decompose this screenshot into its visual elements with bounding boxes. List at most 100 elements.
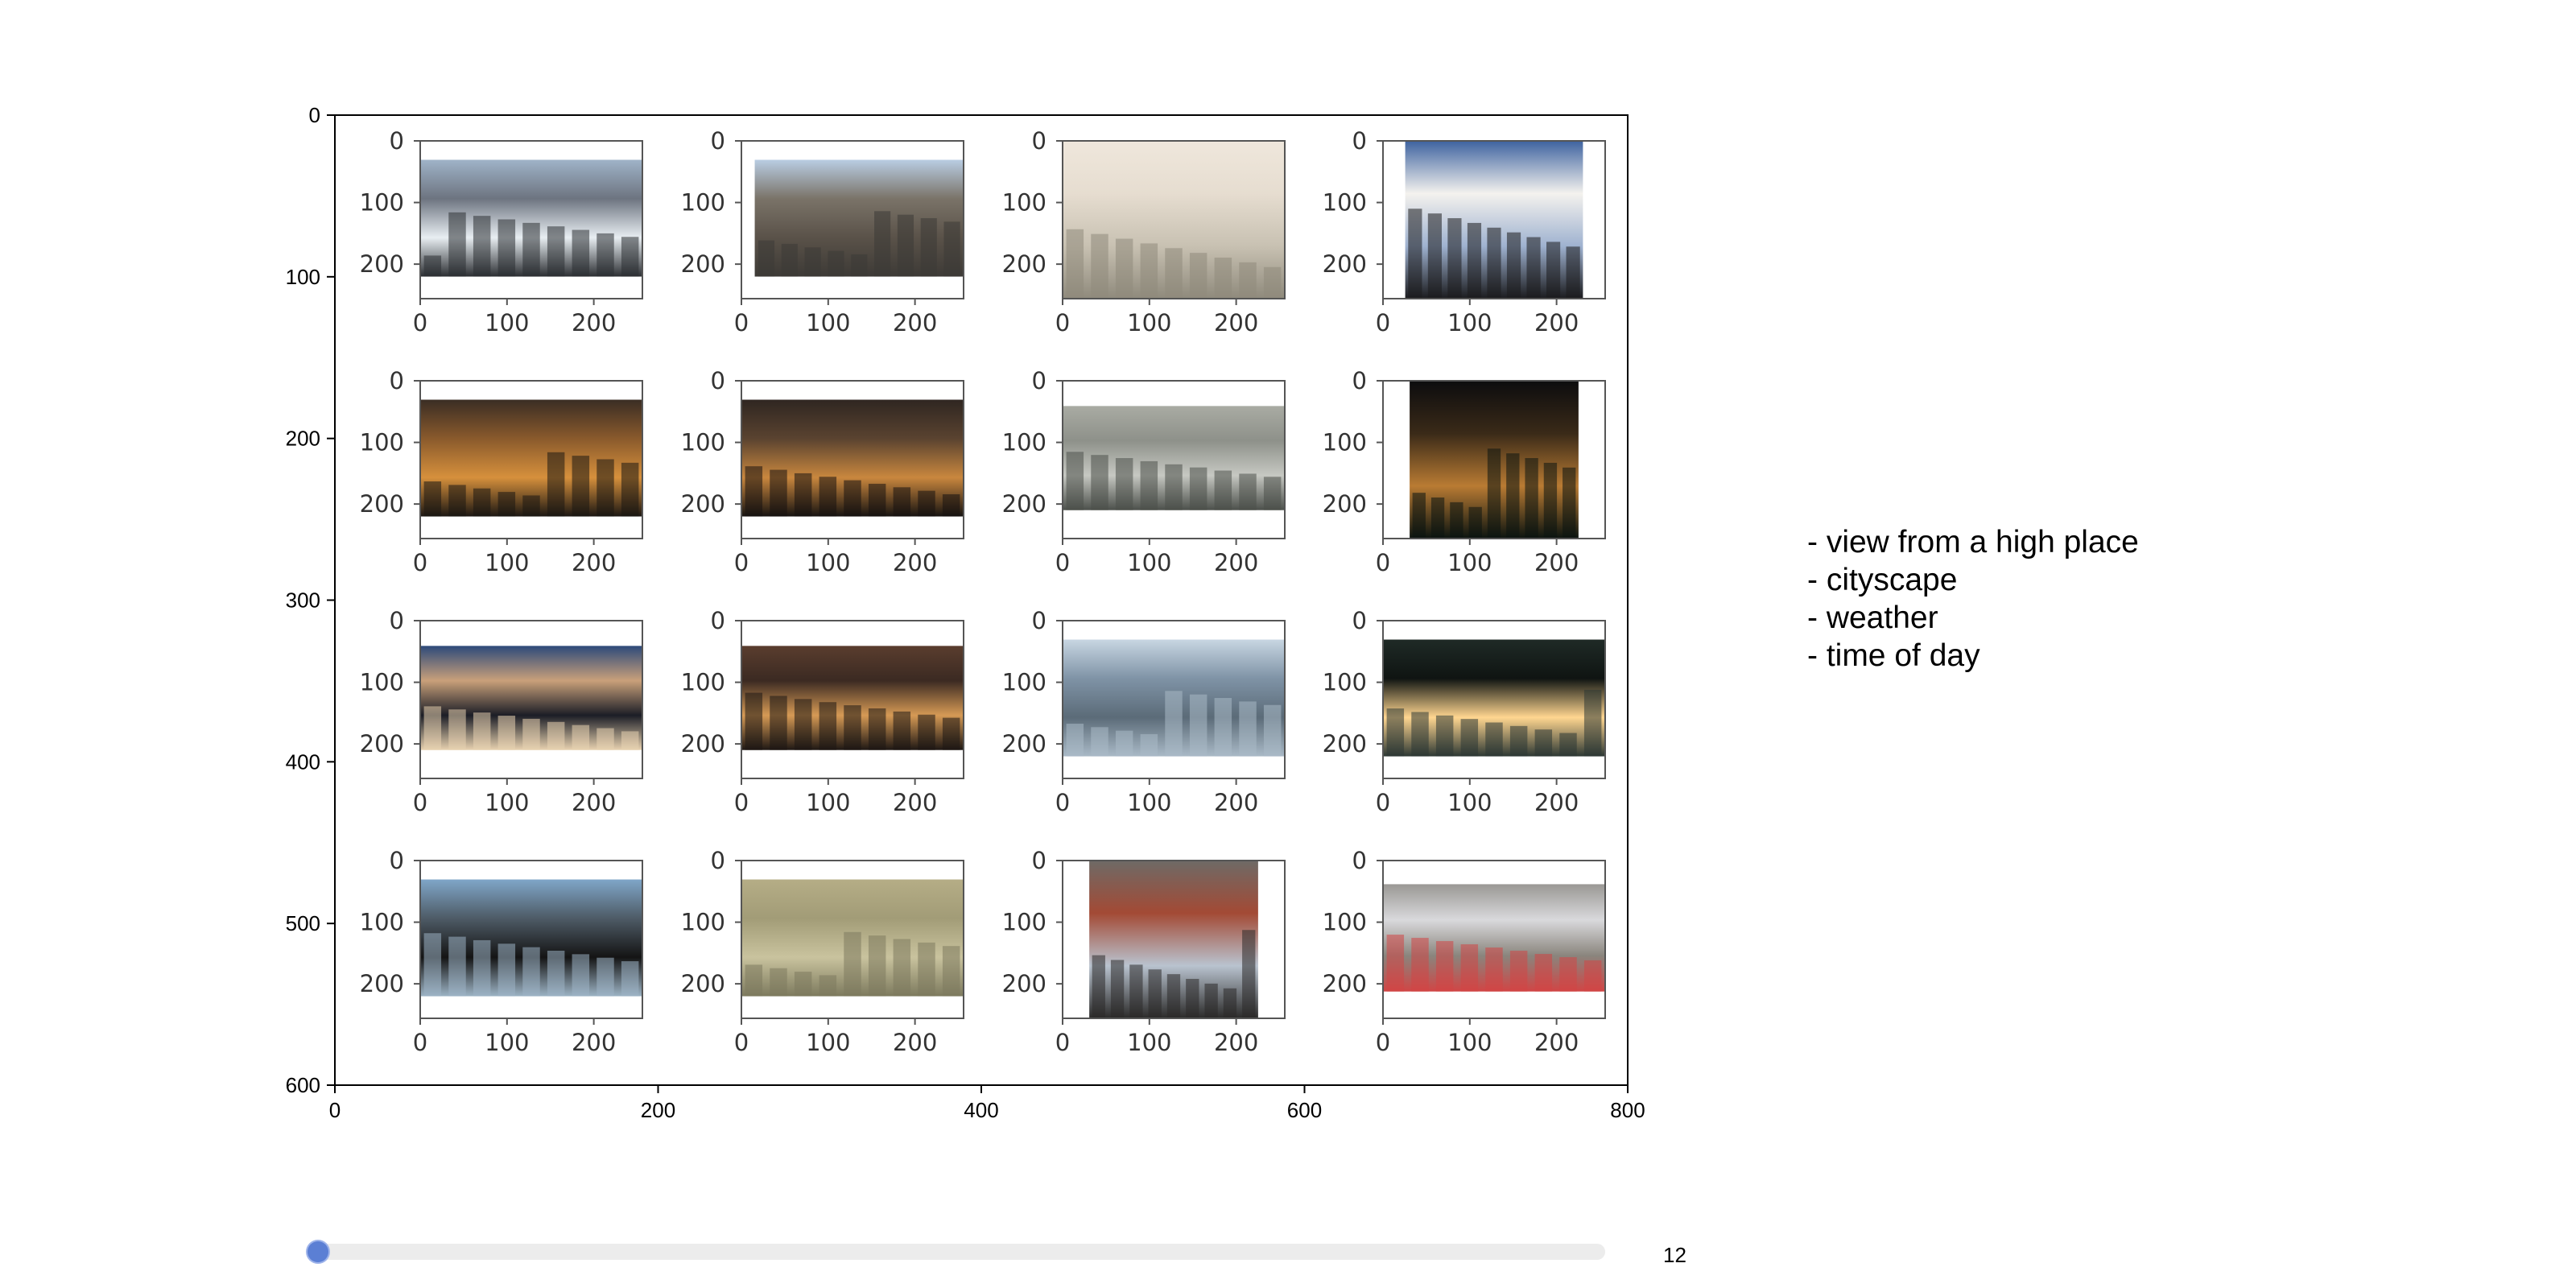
thumbnail-x-tick-label: 200 [572,309,616,336]
building-shape [423,255,442,277]
building-shape [522,947,540,997]
label-item-view-from-high-place: - view from a high place [1807,525,2139,559]
thumbnail-y-tick-label: 200 [681,490,725,518]
thumbnail-y-tick-label: 200 [1323,490,1367,518]
building-shape [1509,951,1528,992]
thumbnail-x-tick-label: 100 [1447,309,1492,336]
outer-x-tick-label: 800 [1610,1098,1645,1122]
building-shape [1189,694,1208,757]
thumbnail-y-tick-label: 0 [1032,367,1046,394]
building-shape [497,943,516,997]
building-shape [819,702,837,750]
building-shape [844,705,861,750]
thumbnail-x-tick-label: 100 [1127,309,1171,336]
thumbnail-y-tick-label: 200 [360,970,404,997]
building-shape [942,494,960,517]
building-shape [1408,208,1422,299]
building-shape [1412,493,1426,539]
building-shape [572,456,590,517]
building-shape [1189,467,1208,510]
building-shape [1115,458,1133,510]
building-shape [473,216,491,277]
building-shape [1467,222,1482,299]
thumbnail-x-tick-label: 200 [893,1029,937,1056]
thumbnail-x-tick-label: 0 [1376,1029,1390,1056]
building-shape [547,950,565,997]
building-shape [621,462,639,517]
thumbnail-window-frame-skyline: 0 100 200 0 100 200 [360,847,643,1056]
building-shape [1066,229,1084,299]
building-shape [1263,477,1282,510]
building-shape [597,728,614,750]
image-index-slider[interactable] [308,1241,1605,1262]
building-shape [1386,708,1405,757]
thumbnail-y-tick-label: 100 [360,909,404,936]
building-shape [1526,237,1541,299]
thumbnail-x-tick-label: 100 [485,1029,529,1056]
building-shape [597,233,614,277]
thumbnail-y-tick-label: 0 [1352,607,1367,634]
building-shape [770,696,787,750]
building-shape [1411,712,1429,757]
outer-y-tick-label: 0 [309,103,320,127]
slider-track[interactable] [308,1244,1605,1260]
thumbnail-x-tick-label: 100 [806,789,850,816]
building-shape [1427,213,1442,299]
thumbnail-x-tick-label: 200 [1214,1029,1258,1056]
building-shape [497,492,516,517]
thumbnail-y-tick-label: 0 [1032,607,1046,634]
thumbnail-x-tick-label: 100 [1447,1029,1492,1056]
building-shape [1566,246,1580,299]
thumbnail-x-tick-label: 0 [1055,1029,1070,1056]
building-shape [1066,723,1084,757]
building-shape [1129,964,1143,1018]
building-shape [1091,455,1108,510]
building-shape [1487,227,1501,299]
building-shape [844,931,861,997]
thumbnail-y-tick-label: 0 [711,367,725,394]
thumbnail-x-tick-label: 0 [1055,789,1070,816]
thumbnail-night-bright-moon-buildings: 0 100 200 0 100 200 [1323,607,1606,816]
label-item-cityscape: - cityscape [1807,563,1958,597]
building-shape [1140,243,1158,299]
building-shape [794,473,812,517]
building-shape [893,487,911,517]
building-shape [893,711,911,750]
thumbnail-x-tick-label: 200 [1214,789,1258,816]
building-shape [1165,691,1183,757]
building-shape [1204,983,1218,1018]
thumbnail-x-tick-label: 0 [734,549,749,576]
slider-thumb[interactable] [308,1241,328,1262]
building-shape [1468,506,1482,539]
building-shape [1242,930,1256,1018]
thumbnail-y-tick-label: 200 [681,730,725,758]
thumbnail-y-tick-label: 200 [360,730,404,758]
thumbnail-x-tick-label: 0 [734,789,749,816]
building-shape [1534,954,1553,992]
building-shape [828,250,844,277]
building-shape [1239,473,1257,510]
thumbnail-y-tick-label: 100 [681,669,725,696]
thumbnail-x-tick-label: 200 [1534,789,1579,816]
building-shape [1430,497,1445,539]
building-shape [597,459,614,517]
building-shape [473,488,491,517]
thumbnail-x-tick-label: 0 [1376,309,1390,336]
building-shape [1583,689,1602,757]
thumbnail-x-tick-label: 200 [1534,309,1579,336]
outer-y-tick-label: 100 [286,265,320,289]
outer-x-tick-label: 0 [329,1098,341,1122]
thumbnail-y-tick-label: 0 [1352,847,1367,874]
building-shape [1447,218,1462,299]
thumbnail-cloudy-sky-silhouette: 0 100 200 0 100 200 [1323,127,1606,336]
building-shape [1506,232,1521,299]
building-shape [621,731,639,750]
building-shape [868,708,886,750]
building-shape [547,721,565,750]
building-shape [868,483,886,517]
building-shape [1148,969,1162,1018]
building-shape [1091,727,1108,757]
thumbnail-y-tick-label: 0 [1352,367,1367,394]
building-shape [942,946,960,997]
building-shape [448,485,466,517]
